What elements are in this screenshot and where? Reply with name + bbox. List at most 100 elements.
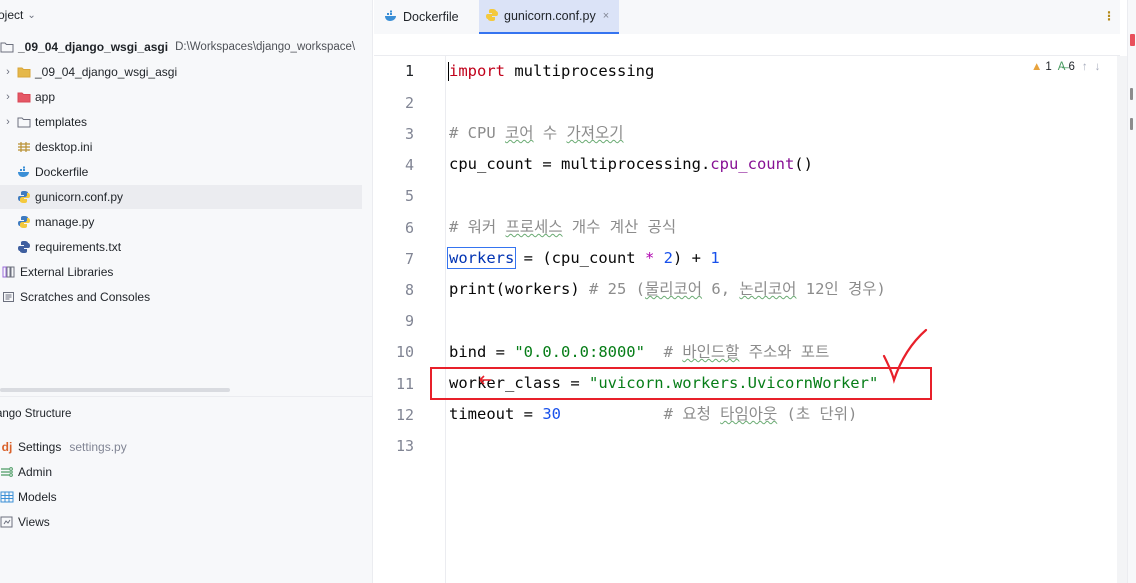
comment-text: 가져오기 [566,124,624,142]
number: 2 [654,249,673,267]
tree-item-label: Dockerfile [35,165,89,179]
typo-icon: A̶ [1057,61,1066,73]
line-number: 2 [404,94,414,112]
code-line: timeout = 30 # 요청 타임아웃 (초 단위) [449,403,857,425]
structure-panel-title: ango Structure [0,408,72,420]
tree-item-folder[interactable]: › _09_04_django_wsgi_asgi [2,60,177,84]
structure-item-label: Admin [18,465,53,479]
python-file-icon [17,215,31,229]
horizontal-scrollbar[interactable] [0,388,230,392]
text-caret [448,62,449,81]
tree-item-label: _09_04_django_wsgi_asgi [35,65,178,79]
chevron-right-icon[interactable]: › [2,66,14,78]
tree-item-dockerfile[interactable]: Dockerfile [17,160,88,184]
chevron-right-icon[interactable]: › [2,91,14,103]
tree-item-external-libraries[interactable]: External Libraries [2,260,113,284]
cursor-arrow-icon [479,375,491,385]
structure-item-label: Views [18,515,50,529]
library-icon [2,265,16,279]
structure-item-views[interactable]: Views [0,510,50,534]
inspection-widget[interactable]: ▲ 1 A̶ 6 ↑ ↓ [1027,58,1105,76]
tree-item-label: app [35,90,56,104]
tab-label: gunicorn.conf.py [504,9,596,23]
warning-icon: ▲ [1031,61,1043,73]
tab-label: Dockerfile [403,10,459,24]
tool-window-icon[interactable] [1130,88,1133,100]
comment-text: 논리코어 [739,280,797,298]
folder-icon [17,115,31,129]
comment-text: 바인드할 [682,343,740,361]
more-options-icon[interactable]: ⋮ [1103,9,1115,23]
tab-gunicorn-conf[interactable]: gunicorn.conf.py × [479,0,619,34]
code-line: # 워커 프로세스 개수 계산 공식 [449,216,676,238]
tree-item-path: D:\Workspaces\django_workspace\ [175,41,356,53]
structure-item-admin[interactable]: Admin [0,460,52,484]
error-stripe-icon [1130,34,1135,46]
code-text: = (cpu_count [514,249,645,267]
models-table-icon [0,490,14,504]
tree-item-label: Scratches and Consoles [20,290,151,304]
close-icon[interactable]: × [603,10,609,22]
tree-item-templates[interactable]: › templates [2,110,87,134]
line-number: 10 [395,343,414,361]
views-icon [0,515,14,529]
structure-item-label: Models [18,490,57,504]
line-number: 5 [404,187,414,205]
code-text: ) + [673,249,711,267]
tree-item-label: _09_04_django_wsgi_asgi [18,40,169,54]
tool-window-icon[interactable] [1130,118,1133,130]
code-editor[interactable]: import multiprocessing # CPU 코어 수 가져오기 c… [446,56,1117,583]
project-panel: oject ⌄ _09_04_django_wsgi_asgi D:\Works… [0,0,373,583]
comment-text: 코어 [505,124,534,142]
comment-text: 주소와 포트 [739,343,830,361]
tree-item-app[interactable]: › app [2,85,55,109]
code-line: workers = (cpu_count * 2) + 1 [446,247,720,269]
vertical-scrollbar[interactable] [1117,56,1127,583]
structure-item-file: settings.py [69,440,127,454]
code-line: print(workers) # 25 (물리코어 6, 논리코어 12인 경우… [449,278,886,300]
structure-item-settings[interactable]: dj Settings settings.py [0,435,127,459]
admin-icon [0,465,14,479]
django-icon: dj [1,440,13,454]
code-text: cpu_count = multiprocessing. [449,155,711,173]
chevron-right-icon[interactable]: › [2,116,14,128]
tree-item-root[interactable]: _09_04_django_wsgi_asgi D:\Workspaces\dj… [0,35,355,59]
project-panel-header[interactable]: oject ⌄ [0,8,36,22]
highlighted-variable: workers [446,247,517,269]
typo-count: 6 [1068,61,1075,73]
tree-item-manage-py[interactable]: manage.py [17,210,94,234]
ini-file-icon [17,140,31,154]
line-number: 1 [404,62,414,80]
tab-dockerfile[interactable]: Dockerfile [378,0,465,34]
number: 30 [542,405,561,423]
line-number: 4 [404,156,414,174]
code-text: () [794,155,813,173]
string-literal: "0.0.0.0:8000" [514,343,645,361]
folder-icon [0,40,14,54]
panel-divider[interactable] [0,396,373,397]
scratches-icon [2,290,16,304]
comment-text: # [644,343,683,361]
structure-item-models[interactable]: Models [0,485,57,509]
tree-item-desktop-ini[interactable]: desktop.ini [17,135,92,159]
warning-count: 1 [1045,61,1052,73]
comment-text: # 워커 [449,218,506,236]
tree-item-scratches[interactable]: Scratches and Consoles [2,285,150,309]
next-highlight-icon[interactable]: ↓ [1095,61,1101,73]
structure-item-label: Settings [18,440,62,454]
python-file-icon [485,8,499,25]
tree-item-gunicorn-conf[interactable]: gunicorn.conf.py [0,185,362,209]
previous-highlight-icon[interactable]: ↑ [1082,61,1088,73]
tree-item-requirements[interactable]: requirements.txt [17,235,121,259]
code-line: bind = "0.0.0.0:8000" # 바인드할 주소와 포트 [449,341,829,363]
code-line: cpu_count = multiprocessing.cpu_count() [449,153,813,175]
code-text: multiprocessing [505,62,655,80]
line-number-gutter: 1 2 3 4 5 6 7 8 9 10 11 12 13 [374,56,446,583]
code-text: timeout = [449,405,543,423]
comment-text: # 요청 [561,405,721,423]
comment-text: 타임아웃 [720,405,778,423]
chevron-down-icon[interactable]: ⌄ [27,10,35,21]
comment-text: # 25 ( [588,280,645,298]
python-file-icon [17,190,31,204]
code-line: # CPU 코어 수 가져오기 [449,122,624,144]
